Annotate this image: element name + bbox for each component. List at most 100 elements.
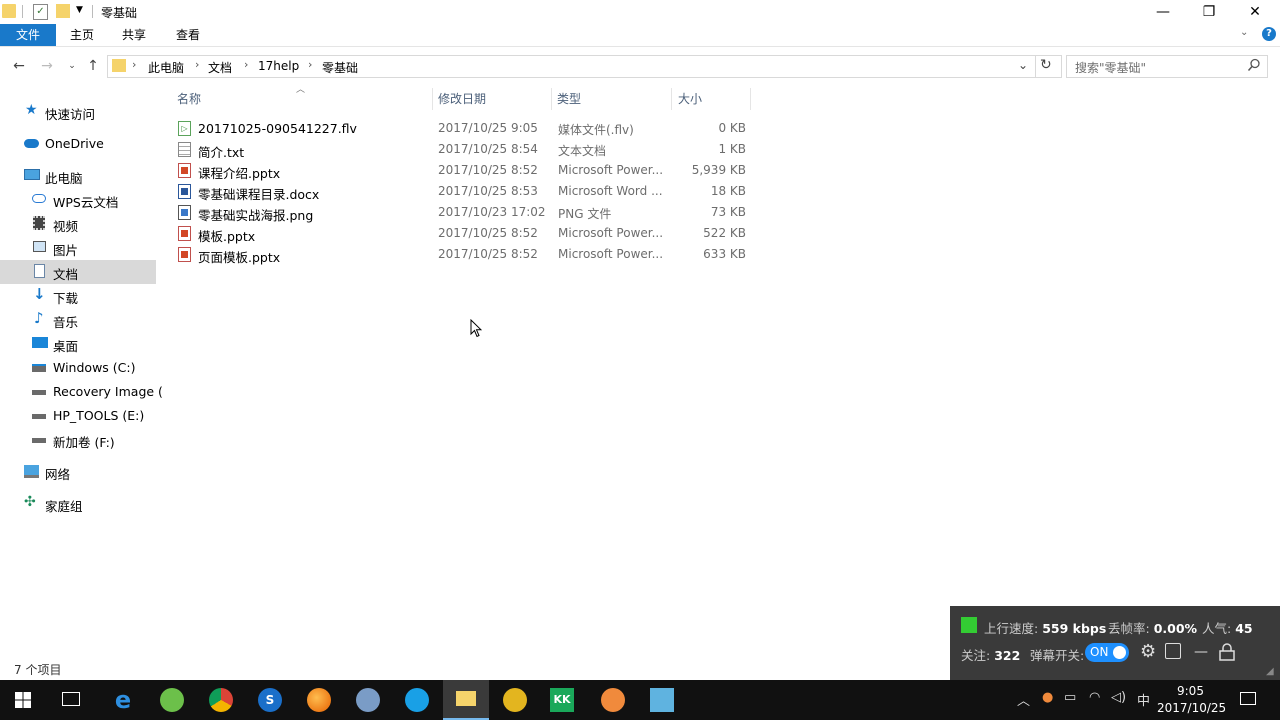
resize-grip-icon[interactable]: ◢ [1266,666,1274,677]
danmaku-toggle[interactable]: ON [1085,643,1129,662]
column-divider[interactable] [432,88,433,110]
maximize-button[interactable]: ❐ [1186,0,1232,24]
clock-time[interactable]: 9:05 [1177,684,1204,698]
sidebar-item-pictures[interactable]: 图片 [0,236,156,260]
sidebar-item-documents[interactable]: 文档 [0,260,156,284]
close-button[interactable]: ✕ [1232,0,1278,24]
sidebar-item-label: 家庭组 [45,499,83,514]
chrome-browser-icon[interactable] [209,688,233,712]
sidebar-item-wps-cloud[interactable]: WPS云文档 [0,188,156,212]
minimize-button[interactable]: — [1140,0,1186,24]
sogou-app-icon[interactable]: S [258,688,282,712]
quick-access-dropdown-icon[interactable]: ▼ [76,5,83,15]
recent-dropdown-icon[interactable]: ⌄ [62,56,82,76]
screen-share-icon[interactable] [1165,643,1181,659]
task-view-icon[interactable] [62,692,80,706]
file-row[interactable]: 课程介绍.pptx 2017/10/25 8:52 Microsoft Powe… [173,160,763,181]
video-icon [33,216,45,230]
sidebar-item-recovery[interactable]: Recovery Image ( [0,380,163,404]
forward-arrow-icon[interactable]: → [37,56,57,76]
drive-icon [32,414,46,419]
sidebar-item-this-pc[interactable]: 此电脑 [0,164,156,188]
audio-app-icon[interactable] [601,688,625,712]
new-folder-icon[interactable] [56,4,70,18]
firefox-browser-icon[interactable] [307,688,331,712]
search-icon[interactable] [1247,58,1261,75]
file-explorer-taskbar-button[interactable] [443,680,489,720]
breadcrumb-17help[interactable]: 17help [258,59,299,73]
file-name: 简介.txt [198,145,245,160]
notification-icon[interactable] [1240,692,1256,705]
help-icon[interactable]: ? [1262,27,1276,41]
address-dropdown-icon[interactable]: ⌄ [1018,58,1028,72]
yellow-app-icon[interactable] [503,688,527,712]
tab-view[interactable]: 查看 [168,24,208,46]
file-row[interactable]: 零基础实战海报.png 2017/10/23 17:02 PNG 文件 73 K… [173,202,763,223]
battery-icon[interactable]: ▭ [1064,690,1076,705]
sidebar-item-drive-f[interactable]: 新加卷 (F:) [0,428,156,452]
chevron-right-icon[interactable]: › [132,58,136,71]
tab-file[interactable]: 文件 [0,24,56,46]
network-tool-icon[interactable] [356,688,380,712]
settings-icon[interactable]: ⚙ [1140,641,1156,662]
breadcrumb-documents[interactable]: 文档 [208,59,232,76]
sidebar-item-hp-tools[interactable]: HP_TOOLS (E:) [0,404,156,428]
properties-icon[interactable]: ✓ [33,4,48,20]
ime-indicator[interactable]: 中 [1137,690,1150,709]
chevron-right-icon[interactable]: › [244,58,248,71]
sidebar-item-drive-c[interactable]: Windows (C:) [0,356,156,380]
sidebar-item-onedrive[interactable]: OneDrive [0,132,156,156]
sidebar-item-music[interactable]: ♪ 音乐 [0,308,156,332]
breadcrumb-this-pc[interactable]: 此电脑 [148,59,184,76]
file-row[interactable]: 简介.txt 2017/10/25 8:54 文本文档 1 KB [173,139,763,160]
ribbon-expand-icon[interactable]: ⌄ [1240,27,1248,38]
column-divider[interactable] [750,88,751,110]
green-app-icon[interactable] [160,688,184,712]
breadcrumb-current[interactable]: 零基础 [322,59,358,76]
clock-date[interactable]: 2017/10/25 [1157,701,1226,715]
edge-browser-icon[interactable]: e [111,688,135,712]
tab-share[interactable]: 共享 [114,24,154,46]
pptx-file-icon [178,163,191,178]
file-row[interactable]: ▷ 20171025-090541227.flv 2017/10/25 9:05… [173,118,763,139]
refresh-icon[interactable]: ↻ [1040,57,1052,73]
column-header-name[interactable]: 名称 [177,90,201,107]
address-bar[interactable]: › 此电脑 › 文档 › 17help › 零基础 ⌄ ↻ [107,55,1062,78]
qq-browser-icon[interactable] [405,688,429,712]
divider [1035,56,1036,77]
sidebar-item-downloads[interactable]: ↓ 下载 [0,284,156,308]
sidebar-item-network[interactable]: 网络 [0,460,156,484]
image-viewer-icon[interactable] [650,688,674,712]
tab-home[interactable]: 主页 [62,24,102,46]
column-divider[interactable] [671,88,672,110]
back-arrow-icon[interactable]: ← [9,56,29,76]
chevron-right-icon[interactable]: › [195,58,199,71]
file-row[interactable]: 页面模板.pptx 2017/10/25 8:52 Microsoft Powe… [173,244,763,265]
volume-icon[interactable]: ◁) [1111,690,1126,705]
search-input[interactable]: 搜索"零基础" [1066,55,1268,78]
kk-live-icon[interactable]: KK [550,688,574,712]
sidebar-item-videos[interactable]: 视频 [0,212,156,236]
search-placeholder: 搜索"零基础" [1075,61,1147,75]
chevron-up-icon[interactable]: ︿ [1017,690,1030,709]
qq-tray-icon[interactable]: ● [1042,690,1053,705]
file-row[interactable]: 模板.pptx 2017/10/25 8:52 Microsoft Power.… [173,223,763,244]
column-header-type[interactable]: 类型 [557,90,581,107]
sidebar-item-label: 网络 [45,467,71,482]
sidebar-item-desktop[interactable]: 桌面 [0,332,156,356]
computer-icon [24,169,40,180]
column-divider[interactable] [551,88,552,110]
sidebar-item-homegroup[interactable]: ✣ 家庭组 [0,492,156,516]
frame-loss-label: 丢帧率: [1108,621,1150,636]
sidebar-item-quick-access[interactable]: ★ 快速访问 [0,100,156,124]
chevron-right-icon[interactable]: › [308,58,312,71]
wifi-icon[interactable]: ◠ [1089,690,1100,705]
windows-start-icon[interactable] [15,692,31,711]
minimize-icon[interactable]: — [1194,644,1208,660]
column-header-size[interactable]: 大小 [678,90,702,107]
up-arrow-icon[interactable]: ↑ [83,56,103,76]
column-header-date[interactable]: 修改日期 [438,90,486,107]
sort-ascending-icon: ︿ [296,85,306,95]
lock-icon[interactable] [1218,643,1236,664]
file-row[interactable]: 零基础课程目录.docx 2017/10/25 8:53 Microsoft W… [173,181,763,202]
